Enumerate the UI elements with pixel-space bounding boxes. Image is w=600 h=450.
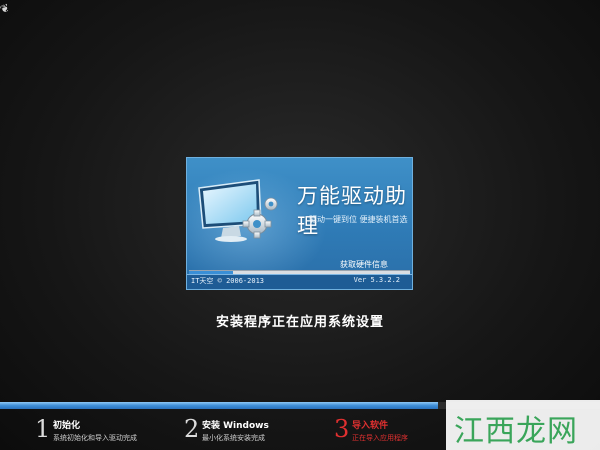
splash-status-text: 获取硬件信息 (340, 260, 388, 269)
watermark: 江西龙网 (446, 400, 600, 450)
version-text: Ver 5.3.2.2 (353, 276, 400, 284)
step-number: 1 (35, 415, 51, 443)
step-number: 3 (334, 415, 350, 443)
setup-progress-fill (0, 402, 438, 409)
step-number: 2 (184, 415, 200, 443)
app-subtitle: 驱动一键到位 便捷装机首选 (309, 215, 408, 224)
step-title: 导入软件 (352, 421, 389, 431)
splash-window: 万能驱动助理 驱动一键到位 便捷装机首选 获取硬件信息 IT天空 © 2006-… (186, 157, 413, 290)
step-description: 正在导入应用程序 (352, 434, 408, 442)
splash-footer: IT天空 © 2006-2013 Ver 5.3.2.2 (187, 274, 412, 289)
step-title: 安装 Windows (202, 421, 269, 431)
step-title: 初始化 (53, 421, 81, 431)
watermark-text: 江西龙网 (454, 414, 578, 449)
app-title: 万能驱动助理 (297, 184, 407, 238)
copyright-text: IT天空 © 2006-2013 (191, 277, 265, 285)
corner-logo: ❦ (0, 1, 12, 17)
monitor-gear-icon (198, 179, 278, 242)
step-description: 系统初始化和导入驱动完成 (53, 434, 137, 442)
step-description: 最小化系统安装完成 (202, 434, 265, 442)
setup-status-text: 安装程序正在应用系统设置 (215, 315, 384, 330)
